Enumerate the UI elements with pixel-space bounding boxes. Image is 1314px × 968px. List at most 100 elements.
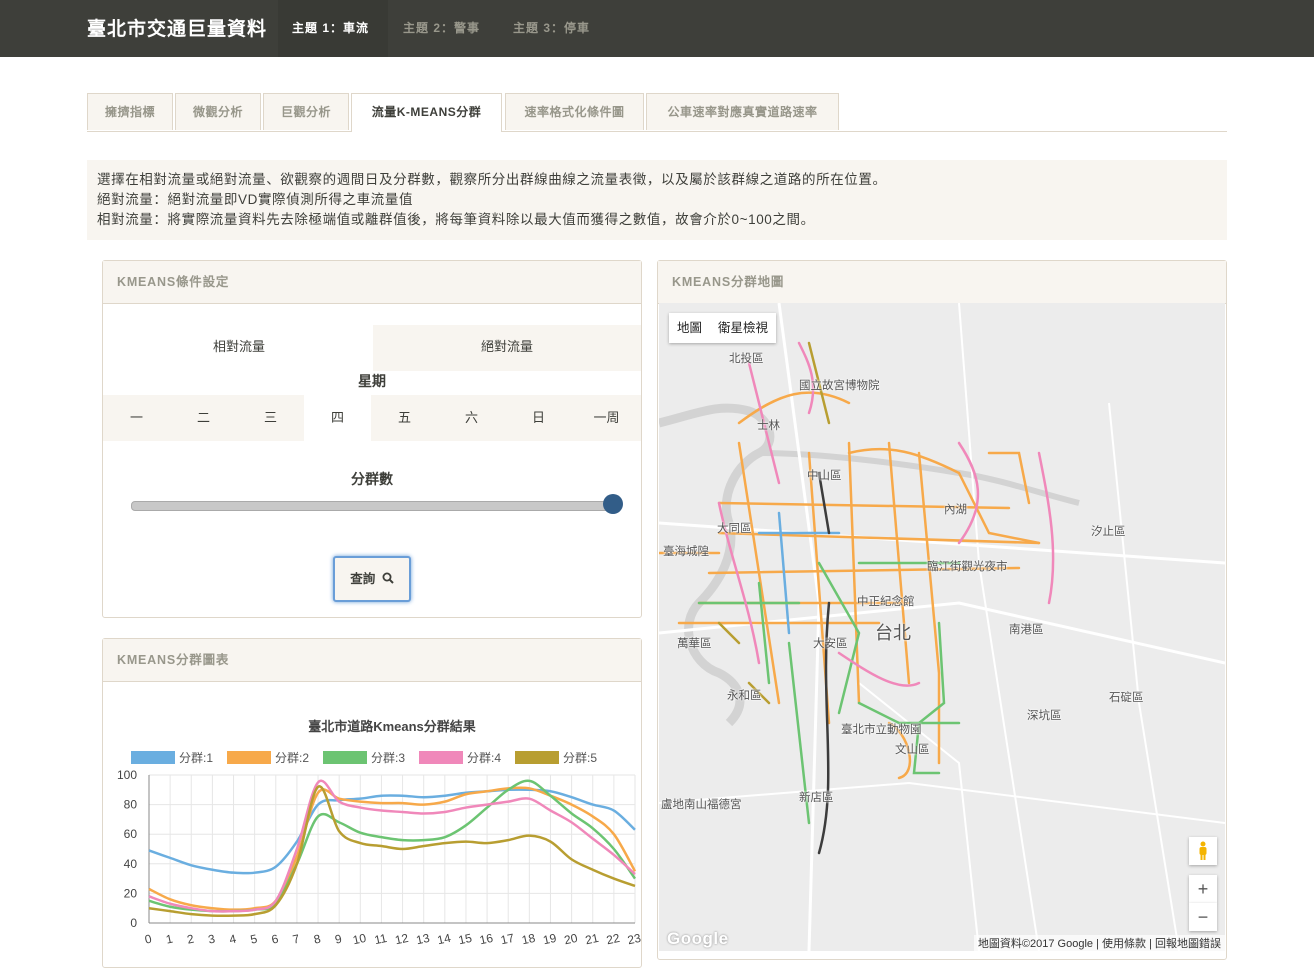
map-place-label: 國立故宮博物院 bbox=[799, 380, 880, 392]
tab-micro[interactable]: 微觀分析 bbox=[175, 93, 261, 130]
x-tick-label: 5 bbox=[249, 931, 259, 946]
day-sat[interactable]: 六 bbox=[438, 395, 505, 441]
description-box: 選擇在相對流量或絕對流量、欲觀察的週間日及分群數，觀察所分出群線曲線之流量表徵，… bbox=[87, 160, 1227, 240]
panel-title: KMEANS分群地圖 bbox=[658, 261, 1226, 304]
terms-link[interactable]: 使用條款 bbox=[1102, 938, 1146, 950]
nav-topic-1[interactable]: 主題 1：車流 bbox=[292, 19, 369, 36]
day-tue[interactable]: 二 bbox=[170, 395, 237, 441]
map-data-credit: 地圖資料©2017 Google bbox=[977, 938, 1094, 950]
map-place-label: 南港區 bbox=[1009, 624, 1044, 636]
tab-kmeans[interactable]: 流量K-MEANS分群 bbox=[351, 93, 502, 132]
tab-bus-speed[interactable]: 公車速率對應真實道路速率 bbox=[646, 93, 839, 130]
map-place-label: 盧地南山福德宮 bbox=[661, 799, 742, 811]
nav-topic-3[interactable]: 主題 3：停車 bbox=[513, 19, 590, 36]
x-tick-label: 8 bbox=[312, 931, 322, 946]
x-tick-label: 22 bbox=[605, 931, 621, 948]
x-tick-label: 15 bbox=[457, 931, 473, 948]
map-place-label: 臺北市立動物園 bbox=[841, 724, 922, 736]
day-thu[interactable]: 四 bbox=[304, 395, 371, 441]
legend-label: 分群:4 bbox=[467, 751, 501, 765]
x-tick-label: 0 bbox=[143, 931, 153, 946]
y-tick-label: 60 bbox=[124, 827, 138, 841]
map-place-label: 內湖 bbox=[944, 504, 967, 516]
day-sun[interactable]: 日 bbox=[505, 395, 572, 441]
map-canvas[interactable] bbox=[659, 303, 1225, 951]
kmeans-settings-panel: KMEANS條件設定 相對流量 絕對流量 星期 一 二 三 四 五 六 日 一周… bbox=[102, 260, 642, 618]
tab-absolute-flow[interactable]: 絕對流量 bbox=[373, 325, 641, 371]
x-tick-label: 9 bbox=[334, 931, 344, 946]
chart-title: 臺北市道路Kmeans分群結果 bbox=[308, 719, 476, 734]
x-tick-label: 20 bbox=[563, 931, 579, 948]
street-view-pegman-icon[interactable] bbox=[1189, 837, 1217, 865]
day-wed[interactable]: 三 bbox=[237, 395, 304, 441]
weekday-tabs: 一 二 三 四 五 六 日 一周 bbox=[103, 395, 641, 441]
legend-label: 分群:2 bbox=[275, 751, 309, 765]
map-type-satellite[interactable]: 衛星檢視 bbox=[710, 313, 776, 343]
cluster-slider-handle[interactable] bbox=[603, 494, 623, 514]
search-icon bbox=[382, 572, 394, 584]
x-tick-label: 19 bbox=[542, 931, 558, 948]
x-tick-label: 23 bbox=[626, 931, 642, 948]
kmeans-chart-panel: KMEANS分群圖表 臺北市道路Kmeans分群結果 分群:1 分群:2 分群:3 分群… bbox=[102, 638, 642, 968]
cluster-slider-track[interactable] bbox=[131, 501, 618, 511]
kmeans-map-panel: KMEANS分群地圖 北投區 國立故宮博物院 士林 中山區 內湖 汐止區 大同區… bbox=[657, 260, 1227, 960]
tab-macro[interactable]: 巨觀分析 bbox=[263, 93, 349, 130]
road-shape bbox=[659, 781, 1225, 824]
x-tick-label: 21 bbox=[584, 931, 600, 948]
map-place-label: 中正紀念館 bbox=[857, 596, 915, 608]
description-line: 相對流量：將實際流量資料先去除極端值或離群值後，將每筆資料除以最大值而獲得之數值… bbox=[97, 212, 815, 227]
x-tick-label: 1 bbox=[165, 931, 175, 946]
map-place-label: 臺海城隍 bbox=[663, 546, 709, 558]
map-place-label: 永和區 bbox=[727, 690, 762, 702]
day-mon[interactable]: 一 bbox=[103, 395, 170, 441]
map-place-label: 石碇區 bbox=[1109, 692, 1144, 704]
report-error-link[interactable]: 回報地圖錯誤 bbox=[1155, 938, 1221, 950]
x-tick-label: 3 bbox=[207, 931, 217, 946]
tab-congestion[interactable]: 擁擠指標 bbox=[87, 93, 173, 130]
x-tick-label: 2 bbox=[186, 931, 196, 946]
query-label: 查詢 bbox=[350, 572, 376, 586]
x-tick-label: 6 bbox=[270, 931, 280, 946]
y-tick-label: 100 bbox=[117, 768, 137, 782]
top-navbar: 臺北市交通巨量資料 主題 1：車流 主題 2：警事 主題 3：停車 bbox=[0, 0, 1314, 57]
map-place-label: 汐止區 bbox=[1091, 526, 1126, 538]
map-type-roadmap[interactable]: 地圖 bbox=[669, 313, 710, 343]
x-tick-label: 7 bbox=[291, 931, 301, 946]
map-place-label: 新店區 bbox=[799, 792, 834, 804]
day-fri[interactable]: 五 bbox=[371, 395, 438, 441]
flow-type-tabs: 相對流量 絕對流量 bbox=[105, 325, 641, 371]
site-brand[interactable]: 臺北市交通巨量資料 bbox=[87, 14, 267, 41]
x-tick-label: 13 bbox=[415, 931, 431, 948]
description-line: 絕對流量：絕對流量即VD實際偵測所得之車流量值 bbox=[97, 192, 414, 207]
legend-label: 分群:5 bbox=[563, 751, 597, 765]
map-place-label: 中山區 bbox=[807, 470, 842, 482]
map-place-label: 深坑區 bbox=[1027, 710, 1062, 722]
map-place-label: 台北 bbox=[875, 623, 911, 643]
map-place-label: 萬華區 bbox=[677, 638, 712, 650]
x-tick-label: 17 bbox=[499, 931, 515, 948]
zoom-out-button[interactable]: − bbox=[1189, 903, 1217, 931]
map-footer: 地圖資料©2017 Google | 使用條款 | 回報地圖錯誤 bbox=[973, 935, 1225, 951]
zoom-in-button[interactable]: + bbox=[1189, 875, 1217, 903]
nav-topic-2[interactable]: 主題 2：警事 bbox=[403, 19, 480, 36]
legend-label: 分群:3 bbox=[371, 751, 405, 765]
query-button[interactable]: 查詢 bbox=[333, 556, 411, 602]
map-place-label: 臨江街觀光夜市 bbox=[927, 561, 1008, 573]
panel-title: KMEANS分群圖表 bbox=[103, 639, 641, 682]
tab-speed-format[interactable]: 速率格式化條件圖 bbox=[505, 93, 644, 130]
tab-relative-flow[interactable]: 相對流量 bbox=[105, 325, 373, 371]
kmeans-map[interactable]: 北投區 國立故宮博物院 士林 中山區 內湖 汐止區 大同區 臺海城隍 臨江街觀光夜市 中正紀念館台… bbox=[659, 303, 1225, 951]
x-tick-label: 16 bbox=[478, 931, 494, 948]
legend-swatch bbox=[419, 751, 463, 764]
map-place-label: 士林 bbox=[757, 420, 780, 432]
weekday-label: 星期 bbox=[358, 373, 386, 389]
y-tick-label: 40 bbox=[124, 857, 138, 871]
y-tick-label: 20 bbox=[124, 886, 138, 900]
description-line: 選擇在相對流量或絕對流量、欲觀察的週間日及分群數，觀察所分出群線曲線之流量表徵，… bbox=[97, 172, 887, 187]
map-place-label: 大同區 bbox=[717, 523, 752, 535]
map-type-control: 地圖 衛星檢視 bbox=[669, 313, 777, 343]
day-week[interactable]: 一周 bbox=[572, 395, 641, 441]
y-tick-label: 0 bbox=[130, 916, 137, 930]
x-tick-label: 14 bbox=[436, 931, 452, 948]
kmeans-line-chart: 臺北市道路Kmeans分群結果分群:1 分群:2 分群:3 分群:4 分群:502040… bbox=[117, 719, 642, 948]
